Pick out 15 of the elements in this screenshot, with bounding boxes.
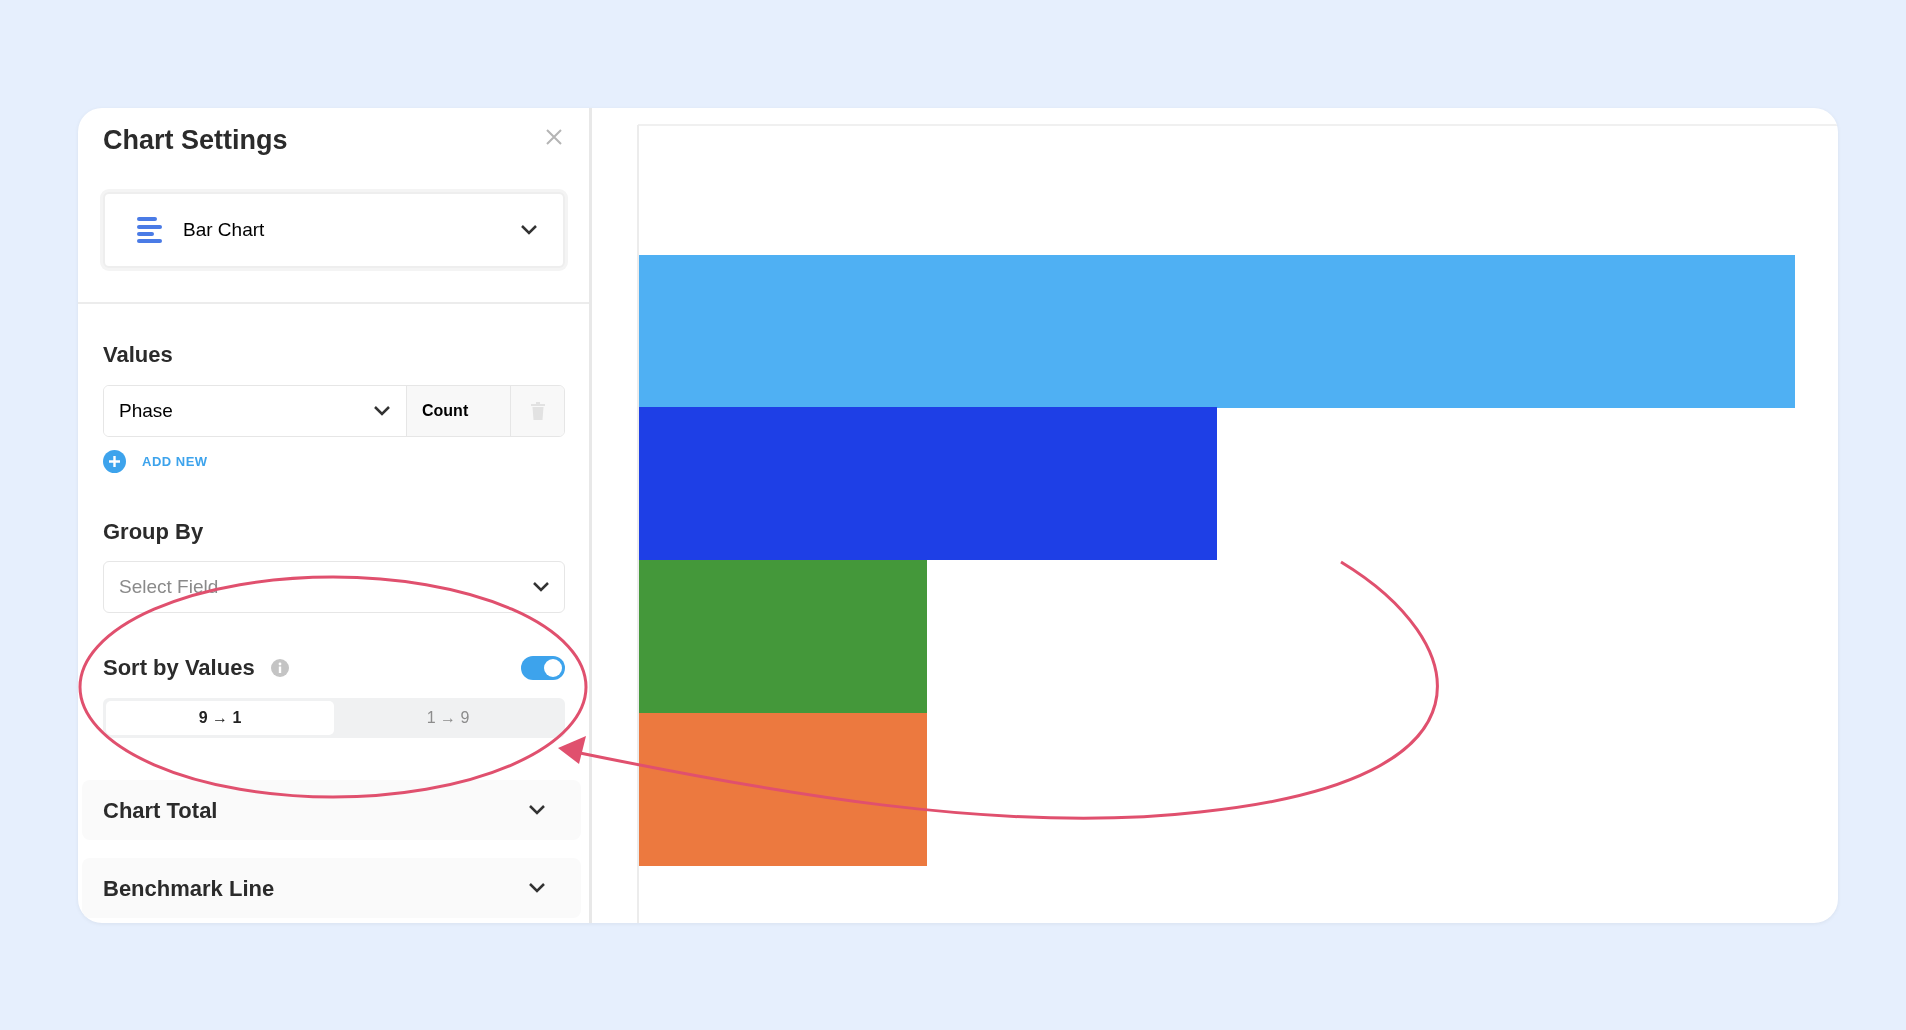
- collapsible-section[interactable]: Benchmark Line: [82, 858, 581, 919]
- field-select[interactable]: Phase: [104, 385, 407, 436]
- toggle-switch[interactable]: [521, 655, 565, 680]
- chevron-down-icon: [372, 403, 392, 418]
- aggregate-select[interactable]: Count: [407, 385, 511, 436]
- section-heading: Group By: [103, 518, 205, 546]
- info-icon[interactable]: [270, 658, 289, 677]
- chart-type-select[interactable]: Bar Chart: [103, 192, 565, 269]
- sort-option[interactable]: 9 → 1: [106, 701, 334, 736]
- sort-label: Sort by Values: [103, 654, 255, 683]
- panel-title: Chart Settings: [103, 124, 288, 157]
- section-heading: Values: [103, 342, 174, 369]
- plus-circle-icon: [103, 449, 126, 473]
- collapsible-section[interactable]: Chart Total: [82, 780, 581, 841]
- delete-button[interactable]: [511, 385, 564, 436]
